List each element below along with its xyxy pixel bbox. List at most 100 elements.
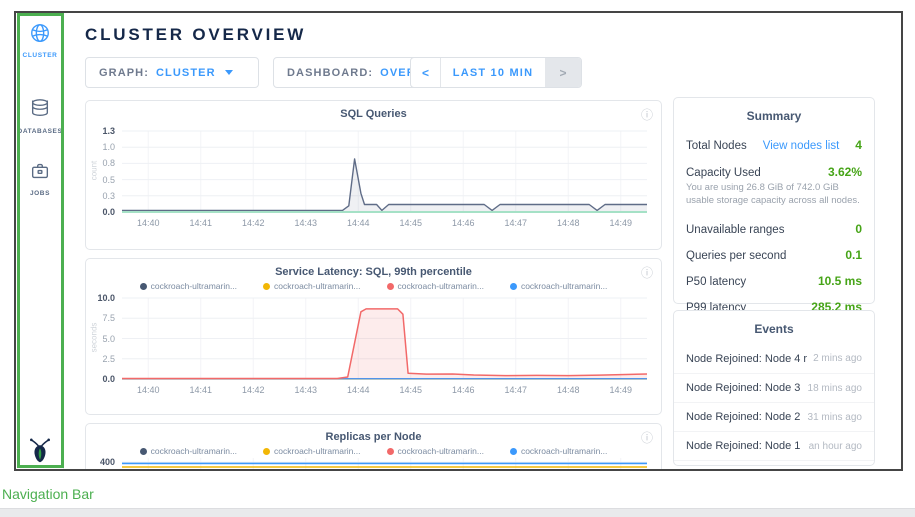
page-title: CLUSTER OVERVIEW [85, 25, 306, 45]
summary-value: 3.62% [828, 165, 862, 179]
time-range-next-button: > [545, 58, 581, 87]
legend-item[interactable]: cockroach-ultramarin... [510, 281, 607, 291]
summary-row-capacity: Capacity Used 3.62% [674, 165, 874, 179]
legend-item[interactable]: cockroach-ultramarin... [510, 446, 607, 456]
event-row[interactable]: Node Rejoined: Node 2 rej...31 mins ago [674, 402, 874, 431]
x-axis-tick: 14:49 [609, 218, 632, 228]
info-icon[interactable]: ⓘ [641, 106, 653, 123]
summary-value: 0.1 [845, 248, 862, 262]
event-text: Node Rejoined: Node 2 rej... [686, 411, 802, 423]
legend-label: cockroach-ultramarin... [274, 281, 360, 291]
chart-title: Service Latency: SQL, 99th percentile [86, 266, 661, 278]
legend-label: cockroach-ultramarin... [151, 281, 237, 291]
legend-label: cockroach-ultramarin... [398, 446, 484, 456]
sql-queries-chart: SQL Queries ⓘ 0.00.30.50.81.01.314:4014:… [85, 100, 662, 250]
x-axis-tick: 14:44 [347, 385, 370, 395]
bottom-strip [0, 508, 915, 517]
cockroachdb-logo[interactable] [16, 437, 64, 463]
legend-item[interactable]: cockroach-ultramarin... [140, 281, 237, 291]
legend-item[interactable]: cockroach-ultramarin... [140, 446, 237, 456]
sidebar-item-label: DATABASES [18, 128, 63, 135]
summary-value: 4 [855, 138, 862, 152]
y-axis-label: seconds [90, 307, 99, 367]
x-axis-tick: 14:40 [137, 218, 160, 228]
x-axis-tick: 14:41 [189, 218, 212, 228]
y-axis-tick: 0.0 [86, 207, 115, 217]
globe-icon [29, 22, 51, 49]
sidebar-item-databases[interactable]: DATABASES [16, 98, 64, 135]
x-axis-tick: 14:48 [557, 385, 580, 395]
time-range-label[interactable]: LAST 10 MIN [441, 58, 545, 87]
x-axis-tick: 14:42 [242, 385, 265, 395]
y-axis-tick: 400 [86, 457, 115, 467]
chart-title: SQL Queries [86, 108, 661, 120]
legend-dot-icon [387, 283, 394, 290]
summary-panel: Summary Total Nodes View nodes list 4 Ca… [673, 97, 875, 304]
summary-row-total-nodes: Total Nodes View nodes list 4 [674, 138, 874, 152]
legend-item[interactable]: cockroach-ultramarin... [263, 281, 360, 291]
sidebar-item-cluster[interactable]: CLUSTER [16, 22, 64, 59]
legend-item[interactable]: cockroach-ultramarin... [387, 446, 484, 456]
briefcase-icon [29, 160, 51, 187]
legend-label: cockroach-ultramarin... [274, 446, 360, 456]
summary-row-qps: Queries per second 0.1 [674, 248, 874, 262]
info-icon[interactable]: ⓘ [641, 429, 653, 446]
event-text: Node Rejoined: Node 3 rej... [686, 382, 802, 394]
events-title: Events [674, 311, 874, 336]
legend-label: cockroach-ultramarin... [398, 281, 484, 291]
app-window: CLUSTER DATABASES [14, 11, 903, 471]
event-row[interactable]: Node Rejoined: Node 4 rej...2 mins ago [674, 344, 874, 373]
summary-row-p50: P50 latency 10.5 ms [674, 274, 874, 288]
x-axis-tick: 14:40 [137, 385, 160, 395]
summary-label: Capacity Used [686, 167, 761, 179]
y-axis-tick: 0.0 [86, 374, 115, 384]
summary-title: Summary [674, 98, 874, 123]
time-range-control: < LAST 10 MIN > [410, 57, 582, 88]
graph-dropdown[interactable]: GRAPH: CLUSTER [85, 57, 259, 88]
navigation-bar: CLUSTER DATABASES [16, 13, 64, 469]
summary-label: Unavailable ranges [686, 224, 784, 236]
sidebar-item-label: CLUSTER [23, 52, 58, 59]
legend-dot-icon [387, 448, 394, 455]
view-nodes-list-link[interactable]: View nodes list [763, 140, 840, 152]
chart-legend: cockroach-ultramarin... cockroach-ultrama… [86, 446, 661, 456]
event-time: an hour ago [809, 470, 862, 472]
graph-dropdown-value: CLUSTER [156, 67, 216, 79]
legend-item[interactable]: cockroach-ultramarin... [263, 446, 360, 456]
summary-label: Queries per second [686, 250, 786, 262]
x-axis-tick: 14:49 [609, 385, 632, 395]
events-list: Node Rejoined: Node 4 rej...2 mins agoNo… [674, 344, 874, 471]
event-text: Node Rejoined: Node 4 rej... [686, 469, 803, 471]
legend-dot-icon [263, 448, 270, 455]
event-time: 18 mins ago [808, 383, 862, 394]
annotation-label: Navigation Bar [2, 486, 94, 502]
info-icon[interactable]: ⓘ [641, 264, 653, 281]
x-axis-tick: 14:43 [294, 385, 317, 395]
legend-dot-icon [140, 448, 147, 455]
legend-label: cockroach-ultramarin... [521, 446, 607, 456]
x-axis-tick: 14:43 [294, 218, 317, 228]
event-text: Node Rejoined: Node 1 rej... [686, 440, 803, 452]
event-time: 2 mins ago [813, 353, 862, 364]
sidebar-item-jobs[interactable]: JOBS [16, 160, 64, 197]
x-axis-tick: 14:46 [452, 218, 475, 228]
x-axis-tick: 14:47 [504, 218, 527, 228]
event-row[interactable]: Node Rejoined: Node 4 rej... an hour ago [674, 460, 874, 471]
legend-label: cockroach-ultramarin... [521, 281, 607, 291]
graph-dropdown-label: GRAPH: [99, 67, 149, 79]
event-row[interactable]: Node Rejoined: Node 1 rej...an hour ago [674, 431, 874, 460]
summary-row-unavailable: Unavailable ranges 0 [674, 222, 874, 236]
y-axis-label: count [90, 140, 99, 200]
legend-dot-icon [140, 283, 147, 290]
legend-dot-icon [510, 448, 517, 455]
time-range-prev-button[interactable]: < [411, 58, 441, 87]
legend-item[interactable]: cockroach-ultramarin... [387, 281, 484, 291]
x-axis-tick: 14:45 [399, 385, 422, 395]
event-row[interactable]: Node Rejoined: Node 3 rej... 18 mins ago [674, 373, 874, 402]
summary-value: 0 [855, 222, 862, 236]
x-axis-tick: 14:48 [557, 218, 580, 228]
x-axis-tick: 14:44 [347, 218, 370, 228]
sidebar-item-label: JOBS [30, 190, 50, 197]
capacity-note: You are using 26.8 GiB of 742.0 GiB usab… [674, 179, 874, 208]
events-panel: Events Node Rejoined: Node 4 rej...2 min… [673, 310, 875, 466]
